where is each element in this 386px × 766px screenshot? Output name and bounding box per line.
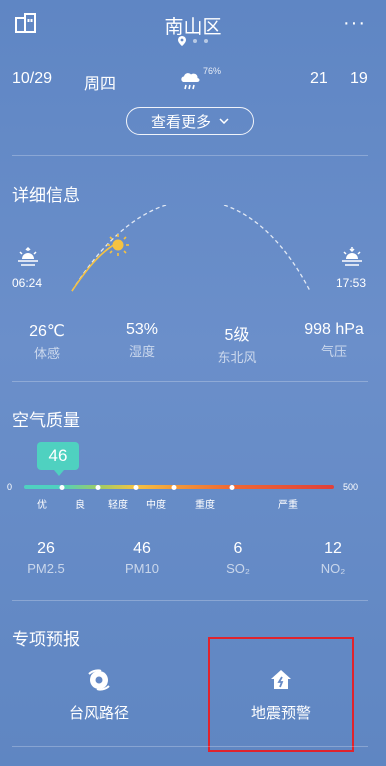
stat-humidity: 53% 湿度 (102, 321, 182, 360)
pollutant-label: PM10 (125, 561, 159, 576)
sunrise-time: 06:24 (12, 276, 43, 290)
divider (12, 600, 368, 601)
stat-value: 53% (125, 321, 159, 338)
stat-value: 26℃ (29, 323, 65, 340)
special-forecast-title: 专项预报 (12, 630, 80, 649)
forecast-weekday: 周四 (84, 76, 117, 93)
aqi-scale-tick (133, 484, 139, 490)
typhoon-path-label: 台风路径 (68, 705, 129, 722)
divider (12, 381, 368, 382)
sunrise-icon (18, 246, 38, 266)
location-pin-icon (178, 36, 186, 46)
chevron-down-icon (219, 118, 229, 124)
pollutant-label: SO₂ (226, 561, 250, 576)
stat-feels-like: 26℃ 体感 (7, 321, 87, 362)
top-bar: 南山区 ··· (0, 0, 386, 60)
pollutant-value: 46 (133, 540, 151, 557)
divider (12, 746, 368, 747)
view-more-label: 查看更多 (150, 113, 211, 131)
more-dots-icon: ··· (343, 12, 366, 34)
view-more-button[interactable]: 查看更多 (126, 107, 254, 135)
typhoon-icon (88, 669, 110, 691)
stat-value: 5级 (224, 327, 250, 344)
city-title[interactable]: 南山区 (0, 12, 386, 39)
aqi-level-label: 中度 (146, 500, 166, 511)
air-quality-title: 空气质量 (12, 411, 80, 430)
rain-cloud-icon (178, 70, 202, 97)
aqi-scale-tick (95, 484, 101, 490)
stat-label: 气压 (320, 344, 347, 359)
pollutant-pm10: 46 PM10 (97, 540, 187, 576)
pollutant-so2: 6 SO₂ (193, 540, 283, 576)
aqi-level-label: 重度 (195, 500, 215, 511)
pollutant-label: NO₂ (320, 561, 346, 576)
forecast-high: 21 (310, 70, 328, 87)
sunset-time: 17:53 (336, 276, 367, 290)
rain-chance: 76% (203, 66, 222, 76)
page-dot (193, 39, 197, 43)
aqi-level-label: 严重 (278, 500, 298, 511)
stat-wind: 5级 东北风 (197, 321, 277, 366)
forecast-row[interactable]: 10/29 周四 76% 21 19 (0, 66, 386, 97)
pollutant-label: PM2.5 (27, 561, 65, 576)
aqi-scale-tick (229, 484, 235, 490)
highlight-box (208, 637, 354, 752)
pollutant-pm25: 26 PM2.5 (1, 540, 91, 576)
pollutant-value: 12 (324, 540, 342, 557)
page-dot (204, 39, 208, 43)
pollutant-no2: 12 NO₂ (288, 540, 378, 576)
pollutant-value: 6 (233, 540, 243, 557)
page-indicator (0, 36, 386, 46)
aqi-scale-tick (171, 484, 177, 490)
forecast-low: 19 (350, 70, 368, 87)
aqi-scale-bar (24, 485, 334, 489)
stat-label: 东北风 (217, 350, 257, 365)
aqi-value: 46 (48, 446, 68, 465)
details-title: 详细信息 (12, 186, 80, 205)
aqi-level-label: 良 (75, 500, 85, 511)
stat-value: 998 hPa (304, 321, 364, 338)
sunset-icon (342, 247, 362, 266)
stat-label: 体感 (33, 346, 60, 361)
aqi-level-label: 优 (37, 500, 47, 511)
typhoon-path-button[interactable]: 台风路径 (24, 668, 174, 723)
forecast-date: 10/29 (12, 70, 53, 87)
aqi-badge[interactable]: 46 (37, 442, 79, 476)
sun-arc (71, 205, 311, 292)
stat-label: 湿度 (128, 344, 155, 359)
aqi-scale-tick (59, 484, 65, 490)
pollutant-value: 26 (37, 540, 55, 557)
aqi-scale-min: 0 (7, 482, 13, 492)
sun-position-icon (107, 234, 129, 256)
divider (12, 155, 368, 156)
aqi-level-label: 轻度 (108, 500, 128, 511)
aqi-scale-max: 500 (343, 482, 359, 492)
more-menu-button[interactable]: ··· (343, 12, 366, 35)
stat-pressure: 998 hPa 气压 (294, 321, 374, 360)
